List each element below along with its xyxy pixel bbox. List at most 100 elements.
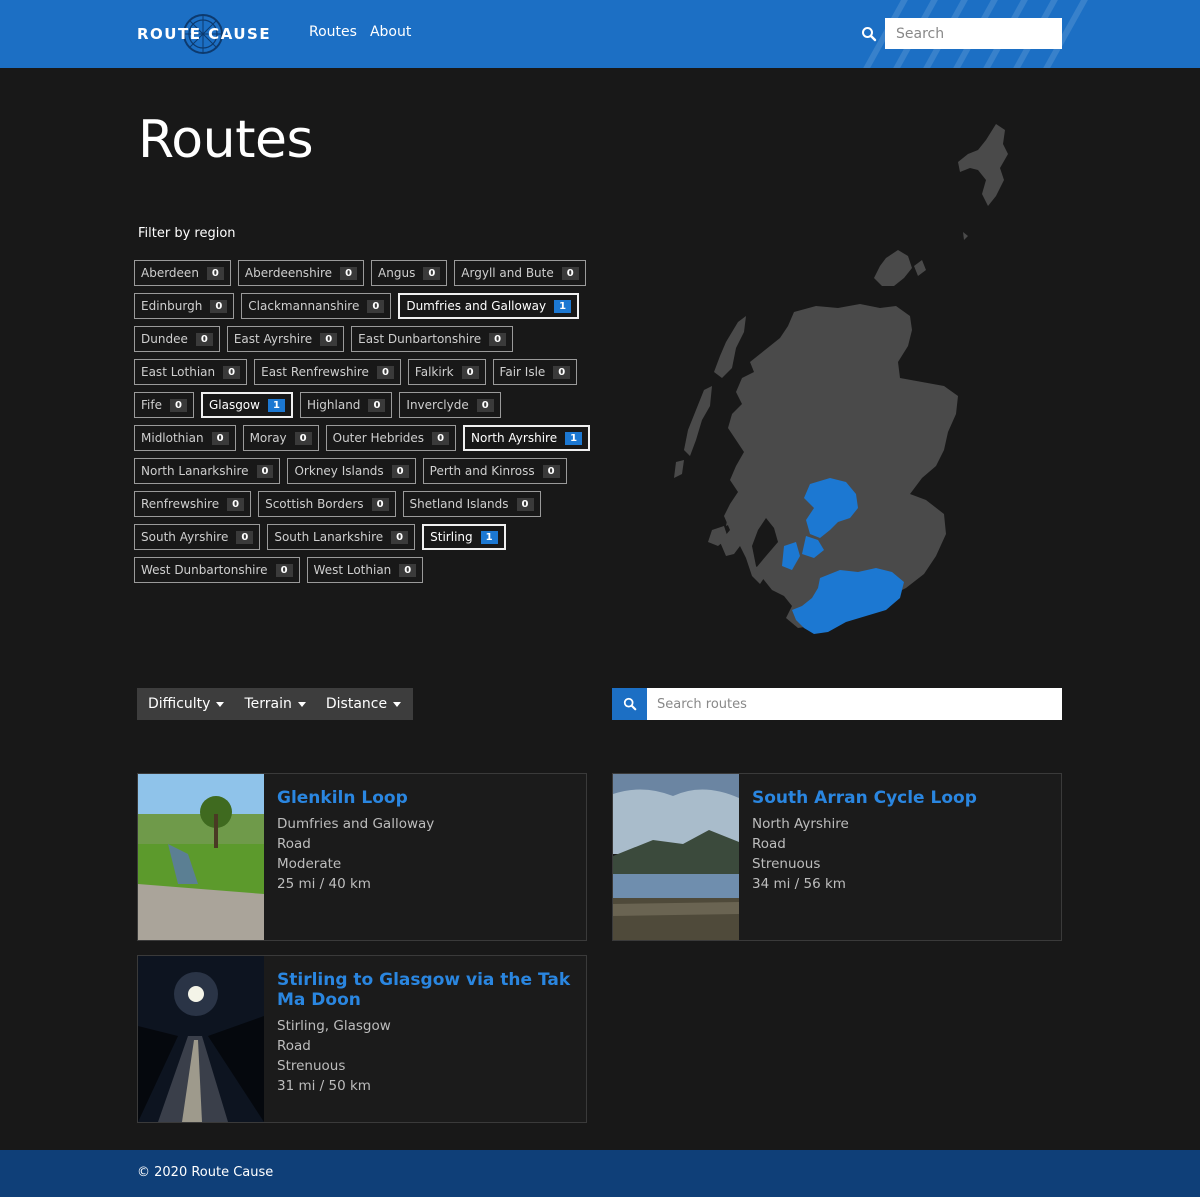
region-name: Dundee: [141, 332, 188, 346]
region-filter-tag[interactable]: Fair Isle 0: [492, 359, 578, 385]
region-filter-tag[interactable]: Aberdeen 0: [134, 260, 231, 286]
region-filter-tag[interactable]: Moray 0: [242, 425, 319, 451]
site-search-input[interactable]: [885, 18, 1062, 49]
route-photo-stream: [138, 774, 264, 940]
nav-link-routes[interactable]: Routes: [309, 24, 357, 40]
site-logo[interactable]: ROUTE CAUSE: [137, 12, 271, 56]
route-photo-night-path: [138, 956, 264, 1122]
route-title-link[interactable]: Stirling to Glasgow via the Tak Ma Doon: [277, 970, 574, 1010]
region-name: East Ayrshire: [233, 332, 313, 346]
route-card[interactable]: South Arran Cycle Loop North Ayrshire Ro…: [612, 773, 1062, 941]
region-filter-tag[interactable]: Stirling 1: [422, 524, 506, 550]
region-filter-tag[interactable]: Clackmannanshire 0: [241, 293, 392, 319]
region-count-badge: 1: [565, 431, 583, 445]
region-filter-tag[interactable]: Highland 0: [299, 392, 393, 418]
region-name: Glasgow: [208, 398, 260, 412]
region-filter-tag[interactable]: Outer Hebrides 0: [325, 425, 457, 451]
region-name: Fair Isle: [499, 365, 546, 379]
search-icon[interactable]: [861, 26, 877, 42]
region-count-badge: 0: [391, 464, 409, 478]
route-terrain: Road: [277, 1038, 311, 1054]
region-count-badge: 0: [294, 431, 312, 445]
region-filter-tag[interactable]: East Ayrshire 0: [226, 326, 345, 352]
route-card-body: Glenkiln Loop Dumfries and Galloway Road…: [264, 774, 446, 940]
region-filter-tag[interactable]: East Renfrewshire 0: [254, 359, 401, 385]
region-count-badge: 0: [368, 398, 386, 412]
region-name: East Renfrewshire: [261, 365, 369, 379]
nav-link-about[interactable]: About: [370, 24, 411, 40]
region-filter-tag[interactable]: Midlothian 0: [134, 425, 236, 451]
top-navbar: ROUTE CAUSE Routes About: [0, 0, 1200, 68]
region-name: Angus: [378, 266, 416, 280]
region-count-badge: 0: [206, 266, 224, 280]
region-name: Midlothian: [141, 431, 204, 445]
route-card[interactable]: Stirling to Glasgow via the Tak Ma Doon …: [137, 955, 587, 1123]
region-filter-tag[interactable]: Perth and Kinross 0: [422, 458, 567, 484]
route-region: North Ayrshire: [752, 816, 849, 832]
chevron-down-icon: [216, 701, 225, 707]
route-title-link[interactable]: South Arran Cycle Loop: [752, 788, 977, 808]
region-filter-tag[interactable]: Renfrewshire 0: [134, 491, 252, 517]
region-name: Stirling: [430, 530, 473, 544]
region-filter-tag[interactable]: South Ayrshire 0: [134, 524, 261, 550]
region-filter-tag[interactable]: Argyll and Bute 0: [454, 260, 586, 286]
region-name: Orkney Islands: [294, 464, 384, 478]
region-count-badge: 0: [169, 398, 187, 412]
region-filter-tag[interactable]: Scottish Borders 0: [258, 491, 396, 517]
logo-text: ROUTE CAUSE: [137, 25, 272, 43]
region-filter-tag[interactable]: Dundee 0: [134, 326, 220, 352]
region-filter-tag[interactable]: Shetland Islands 0: [402, 491, 541, 517]
scotland-region-map[interactable]: [660, 110, 1030, 650]
region-filter-tag[interactable]: East Lothian 0: [134, 359, 248, 385]
region-name: Renfrewshire: [141, 497, 220, 511]
terrain-dropdown[interactable]: Terrain: [244, 696, 306, 712]
region-filter-tag[interactable]: Edinburgh 0: [134, 293, 235, 319]
difficulty-dropdown[interactable]: Difficulty: [148, 696, 225, 712]
region-filter-tag[interactable]: Aberdeenshire 0: [237, 260, 365, 286]
region-name: Scottish Borders: [265, 497, 364, 511]
region-name: North Ayrshire: [471, 431, 558, 445]
route-thumbnail[interactable]: [138, 956, 264, 1122]
route-search-button[interactable]: [612, 688, 647, 720]
region-filter-tag[interactable]: South Lanarkshire 0: [267, 524, 416, 550]
region-filter-tag[interactable]: West Dunbartonshire 0: [134, 557, 300, 583]
region-name: East Dunbartonshire: [358, 332, 482, 346]
page-title: Routes: [138, 110, 314, 170]
filter-by-region-label: Filter by region: [138, 226, 236, 241]
distance-label: Distance: [325, 696, 388, 712]
region-filter-tag[interactable]: Inverclyde 0: [399, 392, 501, 418]
route-title-link[interactable]: Glenkiln Loop: [277, 788, 434, 808]
region-filter-tag[interactable]: Orkney Islands 0: [287, 458, 416, 484]
difficulty-label: Difficulty: [148, 696, 211, 712]
region-count-badge: 1: [554, 299, 572, 313]
region-count-badge: 0: [376, 365, 394, 379]
region-name: Inverclyde: [406, 398, 469, 412]
region-filter-tag[interactable]: Angus 0: [371, 260, 448, 286]
route-filter-bar: Difficulty Terrain Distance: [137, 688, 413, 720]
route-thumbnail[interactable]: [138, 774, 264, 940]
region-filter-tag[interactable]: West Lothian 0: [306, 557, 424, 583]
route-search-input[interactable]: [647, 688, 1062, 720]
region-filter-tag[interactable]: Fife 0: [134, 392, 194, 418]
region-count-badge: 0: [340, 266, 358, 280]
route-card[interactable]: Glenkiln Loop Dumfries and Galloway Road…: [137, 773, 587, 941]
route-photo-loch: [613, 774, 739, 940]
region-count-badge: 0: [227, 497, 245, 511]
region-filter-tag[interactable]: Dumfries and Galloway 1: [398, 293, 580, 319]
region-count-badge: 1: [480, 530, 498, 544]
region-count-badge: 0: [256, 464, 274, 478]
region-name: South Ayrshire: [141, 530, 229, 544]
region-name: Dumfries and Galloway: [406, 299, 547, 313]
region-count-badge: 0: [391, 530, 409, 544]
distance-dropdown[interactable]: Distance: [325, 696, 402, 712]
region-filter-tag[interactable]: Glasgow 1: [200, 392, 293, 418]
route-card-body: Stirling to Glasgow via the Tak Ma Doon …: [264, 956, 586, 1122]
region-filter-tag[interactable]: North Lanarkshire 0: [134, 458, 281, 484]
region-filter-tag[interactable]: Falkirk 0: [407, 359, 486, 385]
route-terrain: Road: [752, 836, 786, 852]
route-thumbnail[interactable]: [613, 774, 739, 940]
region-name: Outer Hebrides: [332, 431, 425, 445]
region-filter-tag[interactable]: North Ayrshire 1: [463, 425, 591, 451]
region-filter-tag[interactable]: East Dunbartonshire 0: [351, 326, 514, 352]
region-count-badge: 0: [542, 464, 560, 478]
